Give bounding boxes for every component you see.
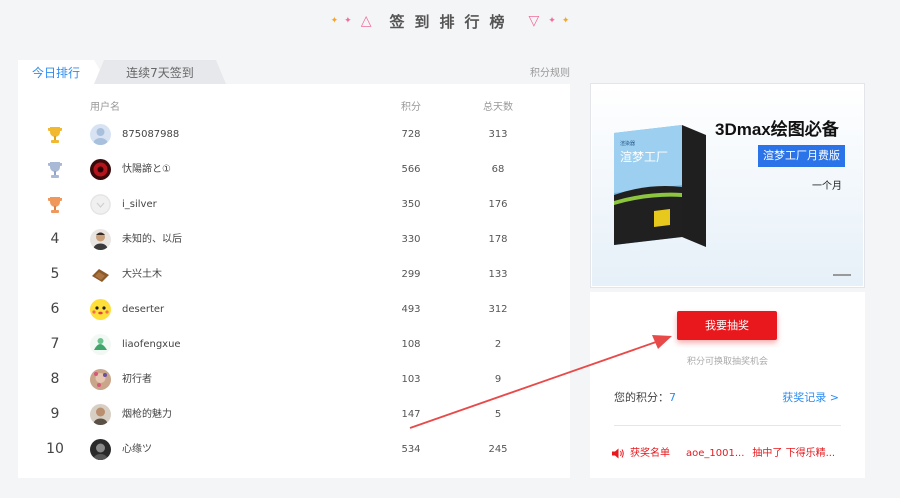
rank-number: 4 [50, 231, 60, 247]
user-name[interactable]: liaofengxue [122, 327, 181, 362]
avatar[interactable] [90, 159, 111, 180]
user-score: 728 [401, 129, 421, 140]
avatar[interactable] [90, 229, 111, 250]
winner-text: 抽中了 下得乐精... [752, 448, 836, 459]
lottery-panel: 我要抽奖 积分可换取抽奖机会 您的积分：7 获奖记录 > 获奖名单 aoe_100… [590, 292, 865, 478]
table-row: i_silver 350 176 [18, 187, 570, 222]
user-score: 350 [401, 199, 421, 210]
user-days: 245 [488, 444, 508, 455]
my-points-label: 您的积分： [614, 391, 669, 404]
avatar[interactable] [90, 334, 111, 355]
user-score: 299 [401, 269, 421, 280]
header-user: 用户名 [90, 102, 120, 113]
triangle-up-icon: △ [360, 13, 372, 29]
user-score: 108 [401, 339, 421, 350]
bronze-trophy-icon [48, 197, 62, 213]
divider [614, 425, 841, 426]
page-header: ✦ ✦ △ 签到排行榜 ▽ ✦ ✦ [0, 8, 900, 34]
software-box-image: 渲染器 渲梦工厂 [610, 125, 710, 255]
my-points-value: 7 [669, 391, 676, 404]
user-days: 313 [488, 129, 508, 140]
tab-streak[interactable]: 连续7天签到 [94, 60, 226, 84]
user-score: 566 [401, 164, 421, 175]
winner-user[interactable]: aoe_1001... [686, 448, 744, 459]
user-name[interactable]: 心缘ツ [122, 432, 152, 467]
star-deco-icon: ✦ [561, 16, 570, 26]
user-score: 103 [401, 374, 421, 385]
table-row: 5 大兴土木 299 133 [18, 257, 570, 292]
user-days: 9 [494, 374, 502, 385]
lottery-button[interactable]: 我要抽奖 [677, 311, 777, 340]
avatar[interactable] [90, 299, 111, 320]
rank-number: 9 [50, 406, 60, 422]
header-score: 积分 [401, 102, 421, 113]
page-title: 签到排行榜 [389, 12, 515, 31]
table-row: 忕陽諦と① 566 68 [18, 152, 570, 187]
user-score: 534 [401, 444, 421, 455]
rank-number: 7 [50, 336, 60, 352]
user-days: 2 [494, 339, 502, 350]
user-score: 147 [401, 409, 421, 420]
ranking-tabs: 今日排行 连续7天签到 积分规则 [18, 60, 570, 84]
avatar[interactable] [90, 194, 111, 215]
user-name[interactable]: 大兴土木 [122, 257, 162, 292]
rank-number: 10 [46, 441, 64, 457]
tab-today[interactable]: 今日排行 [18, 60, 108, 84]
user-days: 68 [491, 164, 505, 175]
user-name[interactable]: i_silver [122, 187, 157, 222]
rank-number: 8 [50, 371, 60, 387]
ad-tag: 渲梦工厂月费版 [758, 145, 845, 167]
avatar[interactable] [90, 264, 111, 285]
rank-number: 5 [50, 266, 60, 282]
user-name[interactable]: 初行者 [122, 362, 152, 397]
user-name[interactable]: 875087988 [122, 117, 179, 152]
winners-label: 获奖名单 [630, 448, 670, 459]
user-days: 133 [488, 269, 508, 280]
table-row: 7 liaofengxue 108 2 [18, 327, 570, 362]
user-name[interactable]: 未知的、以后 [122, 222, 182, 257]
user-score: 493 [401, 304, 421, 315]
ranking-panel: 用户名 积分 总天数 875087988 728 313 忕陽諦と① 566 6… [18, 84, 570, 478]
table-row: 8 初行者 103 9 [18, 362, 570, 397]
table-row: 10 心缘ツ 534 245 [18, 432, 570, 467]
user-days: 5 [494, 409, 502, 420]
sparkle-deco-icon: ✦ [548, 16, 556, 26]
user-name[interactable]: 烟枪的魅力 [122, 397, 172, 432]
header-days: 总天数 [483, 102, 513, 113]
box-small-text: 渲染器 [620, 140, 635, 147]
gold-trophy-icon [48, 127, 62, 143]
ad-banner[interactable]: 渲染器 渲梦工厂 3Dmax绘图必备 渲梦工厂月费版 一个月 [590, 83, 865, 288]
table-header: 用户名 积分 总天数 [18, 98, 570, 114]
prize-record-link[interactable]: 获奖记录 > [782, 389, 839, 405]
table-row: 875087988 728 313 [18, 117, 570, 152]
table-row: 6 deserter 493 312 [18, 292, 570, 327]
user-score: 330 [401, 234, 421, 245]
star-deco-icon: ✦ [330, 16, 339, 26]
speaker-icon [612, 448, 624, 458]
box-brand-text: 渲梦工厂 [620, 149, 668, 164]
triangle-down-icon: ▽ [528, 13, 540, 29]
user-name[interactable]: deserter [122, 292, 164, 327]
silver-trophy-icon [48, 162, 62, 178]
carousel-indicator[interactable] [833, 274, 851, 276]
avatar[interactable] [90, 439, 111, 460]
lottery-hint: 积分可换取抽奖机会 [686, 357, 768, 367]
user-days: 312 [488, 304, 508, 315]
user-name[interactable]: 忕陽諦と① [122, 152, 171, 187]
user-days: 176 [488, 199, 508, 210]
rank-number: 6 [50, 301, 60, 317]
table-row: 4 未知的、以后 330 178 [18, 222, 570, 257]
sparkle-deco-icon: ✦ [344, 16, 352, 26]
ad-title: 3Dmax绘图必备 [715, 120, 839, 139]
avatar[interactable] [90, 404, 111, 425]
my-points: 您的积分：7 [614, 389, 676, 405]
avatar[interactable] [90, 369, 111, 390]
table-row: 9 烟枪的魅力 147 5 [18, 397, 570, 432]
ad-image[interactable]: 渲染器 渲梦工厂 3Dmax绘图必备 渲梦工厂月费版 一个月 [592, 85, 863, 286]
ad-subtitle: 一个月 [812, 181, 842, 192]
points-rules-link[interactable]: 积分规则 [530, 64, 570, 79]
avatar[interactable] [90, 124, 111, 145]
winners-ticker: 获奖名单 aoe_1001... 抽中了 下得乐精... [612, 444, 835, 459]
user-days: 178 [488, 234, 508, 245]
